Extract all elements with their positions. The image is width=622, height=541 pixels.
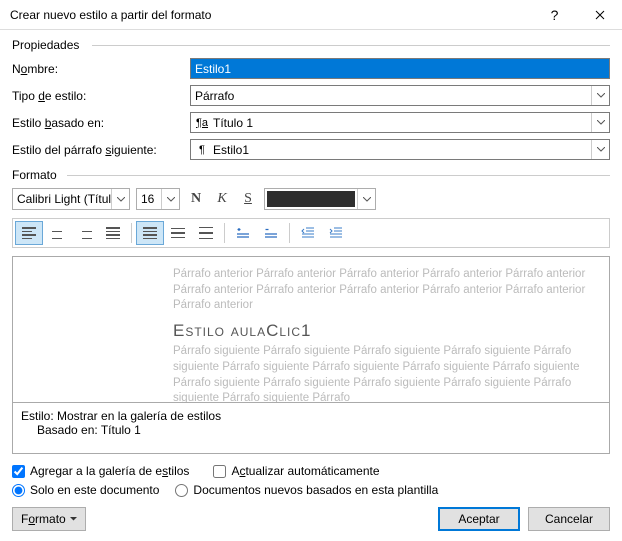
close-button[interactable] <box>577 0 622 30</box>
increase-indent-icon <box>329 226 343 240</box>
only-this-document-radio[interactable]: Solo en este documento <box>12 483 159 497</box>
preview-pane: Párrafo anterior Párrafo anterior Párraf… <box>12 256 610 403</box>
paragraph-toolbar <box>12 218 610 248</box>
properties-section-label: Propiedades <box>12 38 610 52</box>
italic-button[interactable]: K <box>212 189 232 209</box>
bold-button[interactable]: N <box>186 189 206 209</box>
double-spacing-icon <box>199 227 213 240</box>
align-justify-icon <box>106 227 120 239</box>
preview-heading: Estilo aulaClic1 <box>173 320 599 343</box>
name-input[interactable] <box>190 58 610 79</box>
style-description: Estilo: Mostrar en la galería de estilos… <box>12 403 610 454</box>
space-before-plus-icon <box>236 226 250 240</box>
increase-space-before-button[interactable] <box>229 221 257 245</box>
chevron-down-icon[interactable] <box>591 113 609 132</box>
align-center-icon <box>50 227 64 239</box>
increase-indent-button[interactable] <box>322 221 350 245</box>
add-to-gallery-checkbox[interactable]: Agregar a la galería de estilos <box>12 464 189 478</box>
chevron-down-icon[interactable] <box>591 86 609 105</box>
onehalf-spacing-icon <box>171 228 185 239</box>
chevron-down-icon[interactable] <box>111 189 129 209</box>
chevron-down-icon[interactable] <box>357 189 375 209</box>
underline-button[interactable]: S <box>238 189 258 209</box>
single-spacing-icon <box>143 227 157 239</box>
font-color-select[interactable] <box>264 188 376 210</box>
space-before-minus-icon <box>264 226 278 240</box>
chevron-down-icon[interactable] <box>591 140 609 159</box>
caret-down-icon <box>70 517 77 521</box>
decrease-indent-icon <box>301 226 315 240</box>
format-section-label: Formato <box>12 168 610 182</box>
next-style-label: Estilo del párrafo siguiente: <box>12 143 190 157</box>
decrease-space-before-button[interactable] <box>257 221 285 245</box>
align-left-button[interactable] <box>15 221 43 245</box>
paragraph-icon: ¶ <box>195 144 209 156</box>
auto-update-checkbox[interactable]: Actualizar automáticamente <box>213 464 379 478</box>
color-swatch <box>267 191 355 207</box>
ok-button[interactable]: Aceptar <box>438 507 520 531</box>
font-size-select[interactable]: 16 <box>136 188 180 210</box>
dialog-title: Crear nuevo estilo a partir del formato <box>10 8 532 22</box>
name-label: Nombre: <box>12 62 190 76</box>
based-on-label: Estilo basado en: <box>12 116 190 130</box>
align-right-icon <box>78 227 92 239</box>
single-spacing-button[interactable] <box>136 221 164 245</box>
titlebar: Crear nuevo estilo a partir del formato … <box>0 0 622 30</box>
decrease-indent-button[interactable] <box>294 221 322 245</box>
preview-before-text: Párrafo anterior Párrafo anterior Párraf… <box>173 267 599 314</box>
help-button[interactable]: ? <box>532 0 577 30</box>
based-on-select[interactable]: ¶a Título 1 <box>190 112 610 133</box>
new-documents-template-radio[interactable]: Documentos nuevos basados en esta planti… <box>175 483 438 497</box>
style-type-select[interactable]: Párrafo <box>190 85 610 106</box>
font-family-select[interactable]: Calibri Light (Títulos) <box>12 188 130 210</box>
double-spacing-button[interactable] <box>192 221 220 245</box>
paragraph-heading-icon: ¶a <box>195 117 209 129</box>
style-type-label: Tipo de estilo: <box>12 89 190 103</box>
align-justify-button[interactable] <box>99 221 127 245</box>
cancel-button[interactable]: Cancelar <box>528 507 610 531</box>
preview-after-text: Párrafo siguiente Párrafo siguiente Párr… <box>173 344 599 403</box>
align-right-button[interactable] <box>71 221 99 245</box>
next-style-select[interactable]: ¶ Estilo1 <box>190 139 610 160</box>
align-center-button[interactable] <box>43 221 71 245</box>
format-menu-button[interactable]: Formato <box>12 507 86 531</box>
align-left-icon <box>22 227 36 239</box>
onehalf-spacing-button[interactable] <box>164 221 192 245</box>
chevron-down-icon[interactable] <box>161 189 179 209</box>
